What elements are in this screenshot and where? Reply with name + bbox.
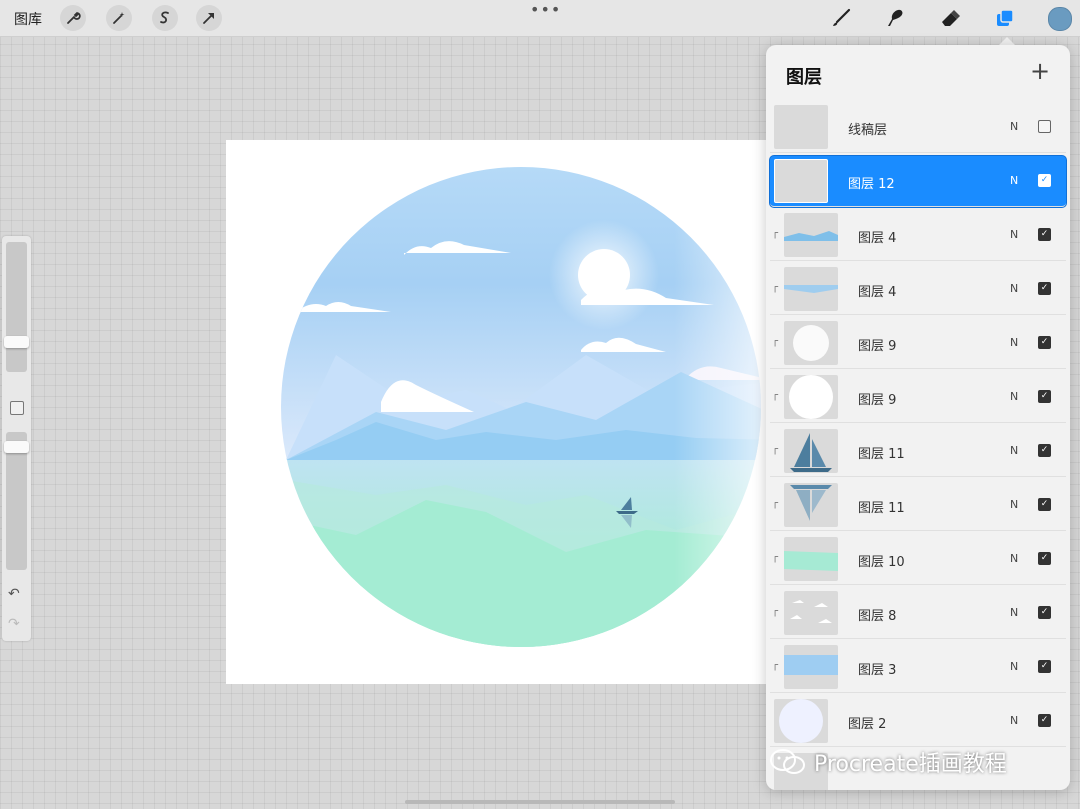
layer-row[interactable]: 线稿层 N — [770, 102, 1066, 153]
layer-thumbnail — [784, 375, 838, 419]
layer-name: 图层 4 — [858, 285, 897, 300]
smudge-icon[interactable] — [882, 5, 908, 31]
layer-row[interactable]: ┌ 图层 9 N ✓ — [770, 318, 1066, 369]
layer-row-selected[interactable]: 图层 12 N ✓ — [770, 156, 1066, 207]
color-picker-button[interactable] — [1048, 7, 1072, 31]
layer-name: 图层 9 — [858, 339, 897, 354]
layer-thumbnail — [784, 591, 838, 635]
clipping-mask-icon: ┌ — [772, 228, 779, 239]
visibility-checkbox[interactable]: ✓ — [1038, 660, 1051, 673]
clipping-mask-icon: ┌ — [772, 552, 779, 563]
add-layer-button[interactable]: + — [1030, 57, 1050, 85]
watermark: Procreate插画教程 — [768, 745, 1068, 779]
layer-name: 图层 12 — [848, 177, 895, 192]
layer-row[interactable]: ┌ 图层 9 N ✓ — [770, 372, 1066, 423]
layer-thumbnail — [784, 537, 838, 581]
clipping-mask-icon: ┌ — [772, 444, 779, 455]
layer-row[interactable]: ┌ 图层 10 N ✓ — [770, 534, 1066, 585]
undo-icon[interactable]: ↶ — [8, 586, 20, 602]
home-indicator — [405, 800, 675, 804]
layer-row[interactable]: ┌ 图层 11 N ✓ — [770, 426, 1066, 477]
visibility-checkbox[interactable]: ✓ — [1038, 606, 1051, 619]
blend-mode-button[interactable]: N — [1010, 498, 1018, 511]
visibility-checkbox[interactable]: ✓ — [1038, 174, 1051, 187]
layer-name: 图层 11 — [858, 501, 905, 516]
clipping-mask-icon: ┌ — [772, 390, 779, 401]
layers-icon[interactable] — [992, 5, 1018, 31]
clipping-mask-icon: ┌ — [772, 498, 779, 509]
blend-mode-button[interactable]: N — [1010, 120, 1018, 133]
more-options-dots[interactable]: ••• — [530, 0, 561, 19]
blend-mode-button[interactable]: N — [1010, 444, 1018, 457]
brush-size-slider[interactable] — [6, 242, 27, 372]
layer-row[interactable]: ┌ 图层 4 N ✓ — [770, 264, 1066, 315]
eraser-icon[interactable] — [937, 5, 963, 31]
left-sidebar: ↶ ↷ — [2, 236, 31, 641]
blend-mode-button[interactable]: N — [1010, 606, 1018, 619]
brush-size-thumb[interactable] — [4, 336, 29, 348]
layer-name: 图层 2 — [848, 717, 887, 732]
visibility-checkbox[interactable]: ✓ — [1038, 498, 1051, 511]
blend-mode-button[interactable]: N — [1010, 660, 1018, 673]
drawing-canvas[interactable] — [226, 140, 786, 684]
blend-mode-button[interactable]: N — [1010, 390, 1018, 403]
blend-mode-button[interactable]: N — [1010, 714, 1018, 727]
layer-thumbnail — [774, 699, 828, 743]
layer-thumbnail — [784, 267, 838, 311]
clipping-mask-icon: ┌ — [772, 336, 779, 347]
layers-panel: 图层 + 线稿层 N 图层 12 N ✓ ┌ 图层 4 N ✓ ┌ 图层 4 N… — [766, 45, 1070, 790]
layer-row[interactable]: ┌ 图层 4 N ✓ — [770, 210, 1066, 261]
blend-mode-button[interactable]: N — [1010, 228, 1018, 241]
layer-name: 图层 9 — [858, 393, 897, 408]
layer-thumbnail — [774, 105, 828, 149]
layer-thumbnail — [774, 159, 828, 203]
layer-name: 图层 8 — [858, 609, 897, 624]
watermark-text: Procreate插画教程 — [814, 752, 1007, 777]
opacity-thumb[interactable] — [4, 441, 29, 453]
gallery-button[interactable]: 图库 — [14, 9, 42, 29]
layer-row[interactable]: ┌ 图层 3 N ✓ — [770, 642, 1066, 693]
modify-button[interactable] — [10, 401, 24, 415]
brush-icon[interactable] — [828, 5, 854, 31]
wechat-icon — [770, 749, 805, 774]
layer-name: 图层 11 — [858, 447, 905, 462]
blend-mode-button[interactable]: N — [1010, 336, 1018, 349]
visibility-checkbox[interactable]: ✓ — [1038, 336, 1051, 349]
layer-name: 图层 3 — [858, 663, 897, 678]
layer-thumbnail — [784, 213, 838, 257]
landscape-artwork — [226, 140, 786, 684]
layer-row[interactable]: 图层 2 N ✓ — [770, 696, 1066, 747]
visibility-checkbox[interactable]: ✓ — [1038, 714, 1051, 727]
transform-arrow-icon[interactable] — [196, 5, 222, 31]
visibility-checkbox[interactable]: ✓ — [1038, 282, 1051, 295]
clipping-mask-icon: ┌ — [772, 606, 779, 617]
layer-row[interactable]: ┌ 图层 8 N ✓ — [770, 588, 1066, 639]
blend-mode-button[interactable]: N — [1010, 282, 1018, 295]
visibility-checkbox[interactable]: ✓ — [1038, 444, 1051, 457]
clipping-mask-icon: ┌ — [772, 282, 779, 293]
clipping-mask-icon: ┌ — [772, 660, 779, 671]
layer-thumbnail — [784, 429, 838, 473]
visibility-checkbox[interactable]: ✓ — [1038, 228, 1051, 241]
visibility-checkbox[interactable]: ✓ — [1038, 552, 1051, 565]
layer-name: 图层 10 — [858, 555, 905, 570]
visibility-checkbox[interactable]: ✓ — [1038, 390, 1051, 403]
blend-mode-button[interactable]: N — [1010, 174, 1018, 187]
wrench-icon[interactable] — [60, 5, 86, 31]
layer-name: 图层 4 — [858, 231, 897, 246]
magic-wand-icon[interactable] — [106, 5, 132, 31]
redo-icon[interactable]: ↷ — [8, 616, 20, 632]
top-toolbar: 图库 ••• — [0, 0, 1080, 37]
layer-thumbnail — [784, 321, 838, 365]
layer-thumbnail — [784, 483, 838, 527]
layer-name: 线稿层 — [848, 123, 888, 138]
layer-row[interactable]: ┌ 图层 11 N ✓ — [770, 480, 1066, 531]
blend-mode-button[interactable]: N — [1010, 552, 1018, 565]
layers-panel-title: 图层 — [786, 67, 822, 88]
selection-icon[interactable] — [152, 5, 178, 31]
visibility-checkbox[interactable] — [1038, 120, 1051, 133]
layer-thumbnail — [784, 645, 838, 689]
